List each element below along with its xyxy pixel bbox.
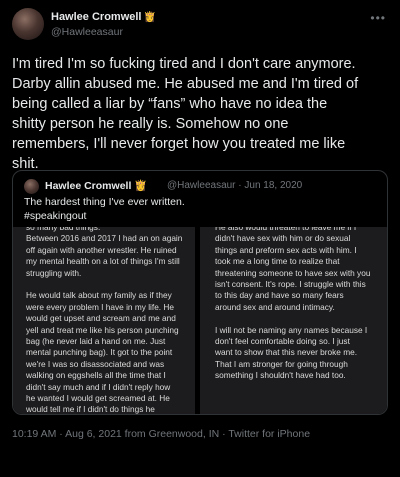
note-line: something I shouldn't have had too.: [215, 370, 346, 381]
more-options-icon[interactable]: •••: [370, 12, 386, 24]
author-avatar[interactable]: [12, 8, 44, 40]
note-line: want to show that this never broke me.: [215, 347, 358, 358]
tweet-line: shitty person he really is. Somehow no o…: [12, 116, 289, 132]
note-line: bag (he never laid a hand on me. Just: [26, 336, 166, 347]
tweet-text: I'm tired I'm so fucking tired and I don…: [12, 54, 392, 174]
crown-emoji-icon: 👸: [143, 12, 156, 23]
crown-emoji-icon: 👸: [134, 180, 148, 192]
note-line: we're I was so disassociated and was: [26, 358, 165, 369]
note-line: he wanted I would get screamed at. He: [26, 393, 170, 404]
note-line: didn't say much and if I didn't reply ho…: [26, 381, 171, 392]
notes-left-text: so many bad things. Between 2016 and 2017…: [26, 227, 183, 415]
note-line: took me a long time to realize that: [215, 256, 340, 267]
note-line: my mental health on a lot of things I'm …: [26, 256, 180, 267]
quoted-tweet-image[interactable]: so many bad things. Between 2016 and 2017…: [13, 227, 387, 415]
note-line: things and preform sex acts with him. I: [215, 244, 357, 255]
note-line: That I am stronger for going through: [215, 358, 348, 369]
notes-screenshot-right: He also would threaten to leave me if Id…: [200, 227, 387, 414]
author-name-text[interactable]: Hawlee Cromwell: [51, 11, 141, 23]
quoted-hashtag[interactable]: #speakingout: [24, 209, 185, 223]
note-line: don't feel comfortable doing so. I just: [215, 336, 350, 347]
tweet-line: I'm tired I'm so fucking tired and I don…: [12, 56, 356, 72]
note-line: He would talk about my family as if they: [26, 290, 172, 301]
note-line: Between 2016 and 2017 I had an on again: [26, 233, 183, 244]
quoted-tweet-card[interactable]: Hawlee Cromwell 👸 @Hawleeasaur · Jun 18,…: [12, 170, 388, 415]
note-line: struggling with.: [26, 267, 82, 278]
note-line: didn't have sex with him or do sexual: [215, 233, 351, 244]
note-line: to this day and have so many fears: [215, 290, 344, 301]
tweet-line: Darby allin abused me. He abused me and …: [12, 76, 359, 92]
note-line: were every problem I have in my life. He: [26, 301, 175, 312]
author-name[interactable]: Hawlee Cromwell 👸: [51, 11, 156, 23]
note-line: mental punching bag). It got to the poin…: [26, 347, 173, 358]
quoted-tweet-meta: @Hawleeasaur · Jun 18, 2020: [167, 180, 303, 191]
tweet-line: being called a liar by “fans” who have n…: [12, 96, 328, 112]
note-line: off again with another wrestler. He ruin…: [26, 244, 177, 255]
note-line: yell and treat me like his person punchi…: [26, 324, 179, 335]
note-line: walking on eggshells all the time that I: [26, 370, 166, 381]
tweet-line: remembers, I'll never forget how you tre…: [12, 136, 346, 152]
quoted-text-line: The hardest thing I've ever written.: [24, 196, 185, 208]
note-line: would get upset and scream and me and: [26, 313, 176, 324]
note-paragraph-gap: [215, 313, 370, 324]
note-line: around sex and around intimacy.: [215, 301, 335, 312]
note-line: isn't consent. It's rope. I struggle wit…: [215, 279, 366, 290]
notes-right-text: He also would threaten to leave me if Id…: [215, 227, 370, 382]
quoted-tweet-text: The hardest thing I've ever written. #sp…: [24, 195, 185, 223]
note-paragraph-gap: [26, 279, 182, 290]
note-line: I will not be naming any names because I: [215, 324, 368, 335]
tweet-timestamp[interactable]: 10:19 AM · Aug 6, 2021 from Greenwood, I…: [12, 428, 310, 440]
notes-screenshot-left: so many bad things. Between 2016 and 2017…: [13, 227, 195, 415]
note-line: would tell me if I didn't do things he: [26, 404, 155, 415]
quoted-author-avatar: [24, 179, 39, 194]
quoted-author-name: Hawlee Cromwell 👸: [45, 179, 147, 192]
note-line: threatening someone to have sex with you: [215, 267, 371, 278]
quoted-author-name-text: Hawlee Cromwell: [45, 180, 132, 192]
author-handle[interactable]: @Hawleeasaur: [51, 26, 123, 38]
